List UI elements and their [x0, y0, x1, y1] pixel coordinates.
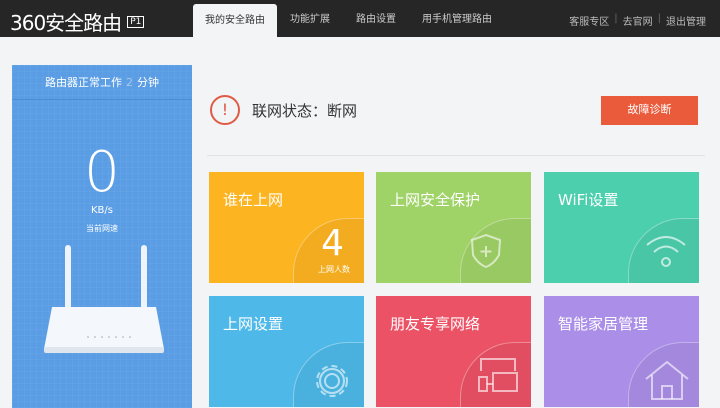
wifi-icon — [646, 236, 686, 267]
tile-smart-home[interactable]: 智能家居管理 — [544, 296, 699, 407]
uptime-unit: 分钟 — [137, 76, 159, 89]
gear-icon — [316, 365, 348, 397]
link-support[interactable]: 客服专区 — [569, 13, 609, 28]
router-illustration — [44, 245, 164, 353]
uptime-value: 2 — [126, 76, 133, 89]
separator: | — [657, 13, 661, 24]
tile-who-online[interactable]: 谁在上网 4 上网人数 — [209, 172, 364, 283]
tab-my-router[interactable]: 我的安全路由 — [193, 4, 277, 37]
top-bar: 360安全路由 P1 我的安全路由 功能扩展 路由设置 用手机管理路由 客服专区 |… — [0, 0, 720, 37]
tab-mobile-manage[interactable]: 用手机管理路由 — [422, 0, 492, 37]
shield-icon — [470, 233, 502, 269]
warning-icon: ! — [210, 95, 240, 125]
tile-title: 上网设置 — [223, 315, 284, 333]
status-text: 联网状态：断网 — [252, 101, 358, 120]
connection-status: ! 联网状态：断网 — [210, 95, 357, 125]
tile-title: 智能家居管理 — [558, 315, 649, 333]
speed-value: 0 — [84, 140, 120, 205]
tile-friend-network[interactable]: 朋友专享网络 — [376, 296, 531, 407]
tile-title: 朋友专享网络 — [390, 315, 481, 333]
tile-wifi[interactable]: WiFi设置 — [544, 172, 699, 283]
tab-extensions[interactable]: 功能扩展 — [290, 0, 330, 37]
logo: 360安全路由 P1 — [10, 7, 145, 36]
tab-router-settings[interactable]: 路由设置 — [356, 0, 396, 37]
online-count: 4 — [321, 223, 344, 264]
tile-title: 上网安全保护 — [390, 191, 481, 209]
separator: | — [614, 13, 618, 24]
divider — [207, 155, 705, 156]
home-icon — [645, 360, 689, 400]
uptime-label: 路由器正常工作 — [45, 76, 122, 89]
model-badge: P1 — [127, 15, 145, 28]
devices-icon — [478, 358, 518, 392]
tile-security[interactable]: 上网安全保护 — [376, 172, 531, 283]
tile-title: WiFi设置 — [558, 191, 619, 209]
uptime: 路由器正常工作 2 分钟 — [12, 65, 192, 100]
router-status-panel: 路由器正常工作 2 分钟 0 KB/s 当前网速 — [12, 65, 192, 408]
diagnose-button[interactable]: 故障诊断 — [601, 96, 698, 125]
logo-text: 360安全路由 — [10, 11, 122, 35]
link-logout[interactable]: 退出管理 — [666, 13, 706, 28]
online-count-label: 上网人数 — [318, 265, 350, 274]
tile-title: 谁在上网 — [223, 191, 284, 209]
tile-internet-settings[interactable]: 上网设置 — [209, 296, 364, 407]
speed-label: 当前网速 — [86, 224, 118, 233]
speed-unit: KB/s — [91, 205, 113, 216]
link-website[interactable]: 去官网 — [623, 13, 653, 28]
